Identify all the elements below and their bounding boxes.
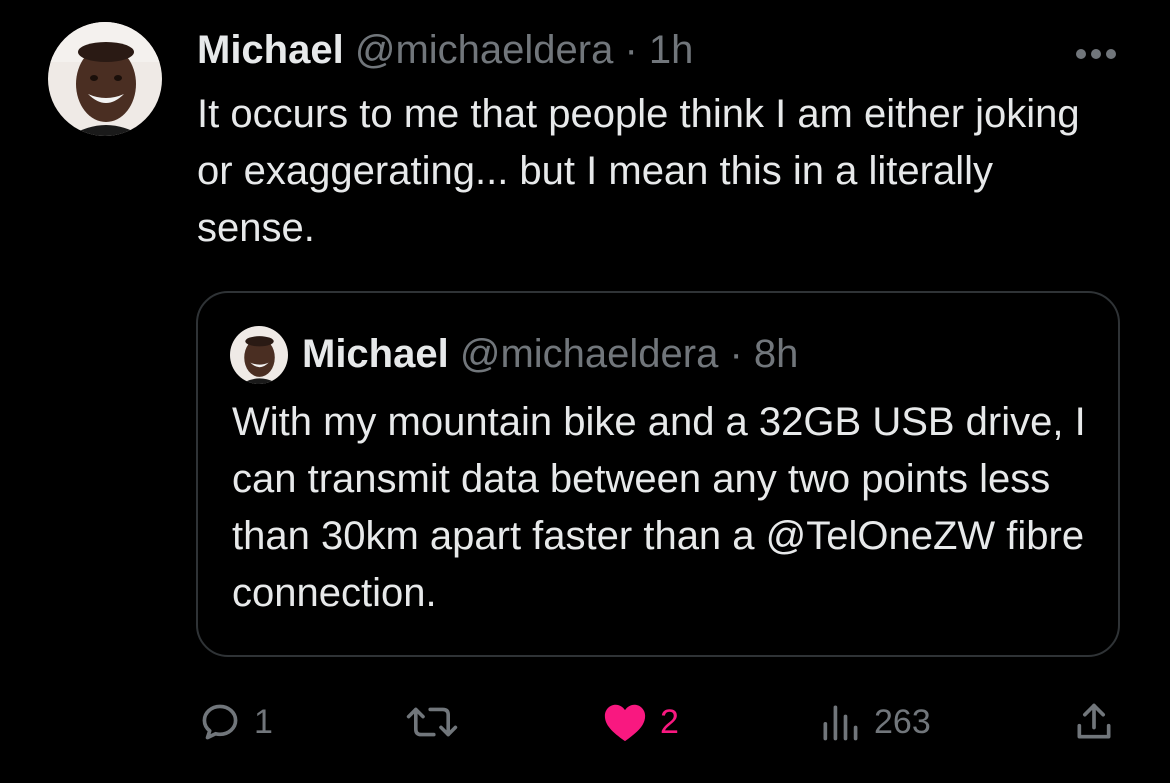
views-icon <box>818 700 862 744</box>
share-button[interactable] <box>1072 698 1116 746</box>
tweet-time[interactable]: 1h <box>649 28 694 72</box>
avatar-image <box>48 22 162 136</box>
author-handle[interactable]: @michaeldera <box>355 28 614 72</box>
retweet-icon <box>405 700 459 744</box>
separator-dot: · <box>624 28 638 72</box>
quoted-tweet-time[interactable]: 8h <box>754 332 799 376</box>
author-name[interactable]: Michael <box>197 28 344 72</box>
like-button[interactable]: 2 <box>602 698 679 746</box>
quoted-separator-dot: · <box>729 332 743 376</box>
quoted-avatar-image <box>230 326 288 384</box>
reply-button[interactable]: 1 <box>198 698 273 746</box>
like-count: 2 <box>660 702 679 741</box>
tweet-text: It occurs to me that people think I am e… <box>197 92 1080 250</box>
reply-icon <box>198 700 242 744</box>
quoted-tweet-header: Michael @michaeldera · 8h <box>302 330 798 378</box>
avatar[interactable] <box>48 22 162 136</box>
quoted-avatar[interactable] <box>230 326 288 384</box>
tweet-header: Michael @michaeldera · 1h <box>197 26 693 74</box>
quoted-tweet-text: With my mountain bike and a 32GB USB dri… <box>232 400 1086 615</box>
quoted-author-name[interactable]: Michael <box>302 332 449 376</box>
tweet[interactable]: Michael @michaeldera · 1h It occurs to m… <box>0 0 1170 783</box>
views-button[interactable]: 263 <box>818 698 931 746</box>
more-horizontal-icon[interactable] <box>1074 28 1118 68</box>
quoted-author-handle[interactable]: @michaeldera <box>460 332 719 376</box>
heart-icon <box>602 700 648 744</box>
retweet-button[interactable] <box>405 698 471 746</box>
views-count: 263 <box>874 702 931 741</box>
share-icon <box>1072 700 1116 744</box>
reply-count: 1 <box>254 702 273 741</box>
